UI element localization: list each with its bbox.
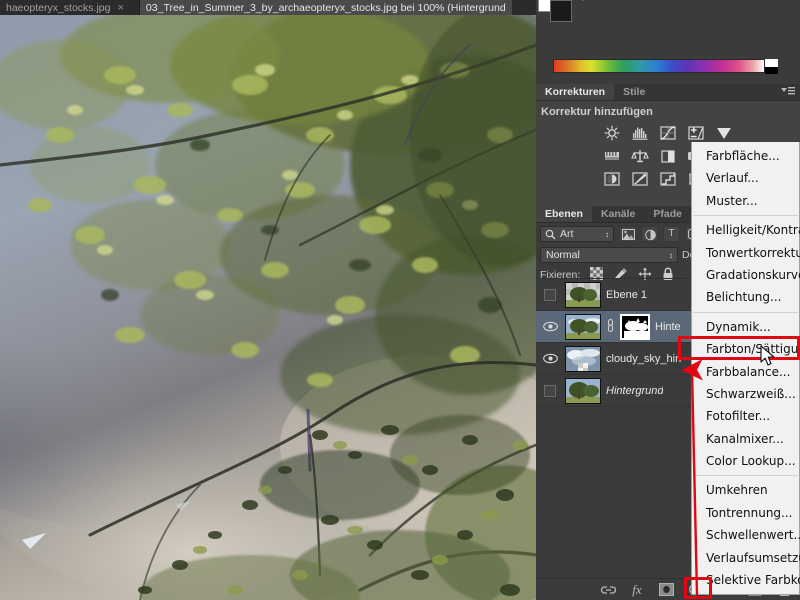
link-layers-icon[interactable] (600, 582, 616, 597)
menu-item-tonwertkorrektur[interactable]: Tonwertkorrektu (692, 242, 800, 264)
layer-thumbnail[interactable] (565, 377, 601, 404)
layer-name[interactable]: Ebene 1 (606, 289, 647, 301)
color-panel[interactable] (536, 0, 800, 84)
chevron-down-icon[interactable]: ↕ (669, 248, 673, 263)
arrow-pointer (760, 345, 775, 366)
document-tab-1[interactable]: haeopteryx_stocks.jpg × (0, 0, 130, 15)
exposure-icon[interactable] (687, 125, 705, 141)
eye-off-icon (544, 384, 556, 397)
layer-thumbnail[interactable] (565, 345, 601, 372)
layer-name[interactable]: Hintergrund (606, 385, 663, 397)
tab-kanaele[interactable]: Kanäle (592, 206, 644, 222)
layer-filter-kind-label: Art (560, 228, 574, 240)
menu-item-verlaufsumsetzung[interactable]: Verlaufsumsetzun (692, 547, 800, 569)
menu-item-tontrennung[interactable]: Tontrennung... (692, 502, 799, 524)
layer-visibility-toggle[interactable] (540, 343, 560, 375)
search-icon (545, 229, 556, 239)
add-mask-icon[interactable] (658, 582, 674, 597)
menu-separator (693, 311, 798, 313)
eye-icon (542, 321, 558, 332)
document-tab-2[interactable]: 03_Tree_in_Summer_3_by_archaeopteryx_sto… (139, 0, 512, 15)
menu-item-kanalmixer[interactable]: Kanalmixer... (692, 428, 799, 450)
eyedropper-icon[interactable] (578, 0, 596, 2)
menu-item-verlauf[interactable]: Verlauf... (692, 167, 799, 189)
chevron-updown-icon[interactable]: ↕ (605, 230, 609, 239)
menu-item-gradationskurven[interactable]: Gradationskurven (692, 264, 800, 286)
add-adjustment-label: Korrektur hinzufügen (541, 106, 653, 118)
background-color-swatch[interactable] (550, 0, 572, 22)
blend-mode-select[interactable]: Normal ↕ (540, 247, 678, 263)
threshold-icon[interactable] (659, 171, 677, 187)
tab-pfade[interactable]: Pfade (644, 206, 691, 222)
menu-item-farbflaeche[interactable]: Farbfläche... (692, 145, 799, 167)
eye-icon (542, 353, 558, 364)
menu-item-fotofilter[interactable]: Fotofilter... (692, 405, 799, 427)
photo-tree-reflection (0, 15, 536, 600)
eye-off-icon (544, 288, 556, 301)
menu-item-belichtung[interactable]: Belichtung... (692, 286, 799, 308)
menu-item-helligkeit-kontrast[interactable]: Helligkeit/Kontra (692, 219, 800, 241)
pixel-filter-icon[interactable] (619, 226, 636, 242)
document-canvas[interactable] (0, 15, 536, 600)
panel-menu-icon[interactable] (781, 86, 795, 99)
highlight-box-adjustment-button (684, 577, 712, 599)
brightness-contrast-icon[interactable] (603, 125, 621, 141)
layer-thumbnail[interactable] (565, 281, 601, 308)
tab-title: haeopteryx_stocks.jpg (6, 1, 111, 14)
layer-name[interactable]: Hinte (655, 321, 681, 333)
black-white-icon[interactable] (659, 148, 677, 164)
hue-saturation-icon[interactable] (603, 148, 621, 164)
tab-title: 03_Tree_in_Summer_3_by_archaeopteryx_sto… (145, 1, 506, 14)
menu-separator (693, 215, 798, 217)
photo-artwork (0, 15, 536, 600)
menu-item-farbbalance[interactable]: Farbbalance... (692, 361, 799, 383)
curves-icon[interactable] (659, 125, 677, 141)
layer-visibility-toggle[interactable] (540, 279, 560, 311)
layer-visibility-toggle[interactable] (540, 311, 560, 343)
tab-stile[interactable]: Stile (614, 84, 654, 100)
menu-item-color-lookup[interactable]: Color Lookup... (692, 450, 799, 472)
tab-korrekturen[interactable]: Korrekturen (536, 84, 615, 100)
type-filter-icon[interactable]: T (663, 226, 680, 242)
layer-filter-kind-select[interactable]: Art ↕ (540, 226, 614, 242)
tab-divider (129, 0, 140, 15)
layer-mask-thumbnail[interactable] (620, 313, 650, 340)
layer-style-fx-icon[interactable]: fx (629, 582, 645, 597)
new-adjustment-layer-menu[interactable]: Farbfläche... Verlauf... Muster... Helli… (691, 142, 800, 596)
close-icon[interactable]: × (117, 2, 123, 14)
menu-item-dynamik[interactable]: Dynamik... (692, 316, 799, 338)
adjustment-icons-row-1[interactable] (536, 125, 800, 141)
vibrance-icon[interactable] (715, 125, 733, 141)
menu-item-schwellenwert[interactable]: Schwellenwert... (692, 524, 800, 546)
color-spectrum-ramp[interactable] (553, 59, 765, 73)
menu-item-umkehren[interactable]: Umkehren (692, 479, 799, 501)
layer-visibility-toggle[interactable] (540, 375, 560, 407)
document-tab-bar[interactable]: haeopteryx_stocks.jpg × 03_Tree_in_Summe… (0, 0, 536, 15)
blend-mode-value: Normal (546, 249, 580, 261)
menu-item-schwarzweiss[interactable]: Schwarzweiß... (692, 383, 799, 405)
menu-item-muster[interactable]: Muster... (692, 190, 799, 212)
highlight-box-menu-item (678, 336, 800, 360)
color-swatches[interactable] (538, 0, 572, 22)
adjustments-panel-tabs[interactable]: Korrekturen Stile (536, 84, 800, 101)
invert-icon[interactable] (603, 171, 621, 187)
color-balance-icon[interactable] (631, 148, 649, 164)
adjustment-filter-icon[interactable] (641, 226, 658, 242)
layer-mask-link-icon[interactable] (606, 318, 615, 335)
layer-name[interactable]: cloudy_sky_hin (606, 353, 681, 365)
levels-icon[interactable] (631, 125, 649, 141)
spectrum-black-swatch[interactable] (765, 67, 778, 74)
tab-ebenen[interactable]: Ebenen (536, 206, 592, 222)
posterize-icon[interactable] (631, 171, 649, 187)
spectrum-white-swatch[interactable] (765, 59, 778, 67)
layer-thumbnail[interactable] (565, 313, 601, 340)
menu-separator (693, 475, 798, 477)
